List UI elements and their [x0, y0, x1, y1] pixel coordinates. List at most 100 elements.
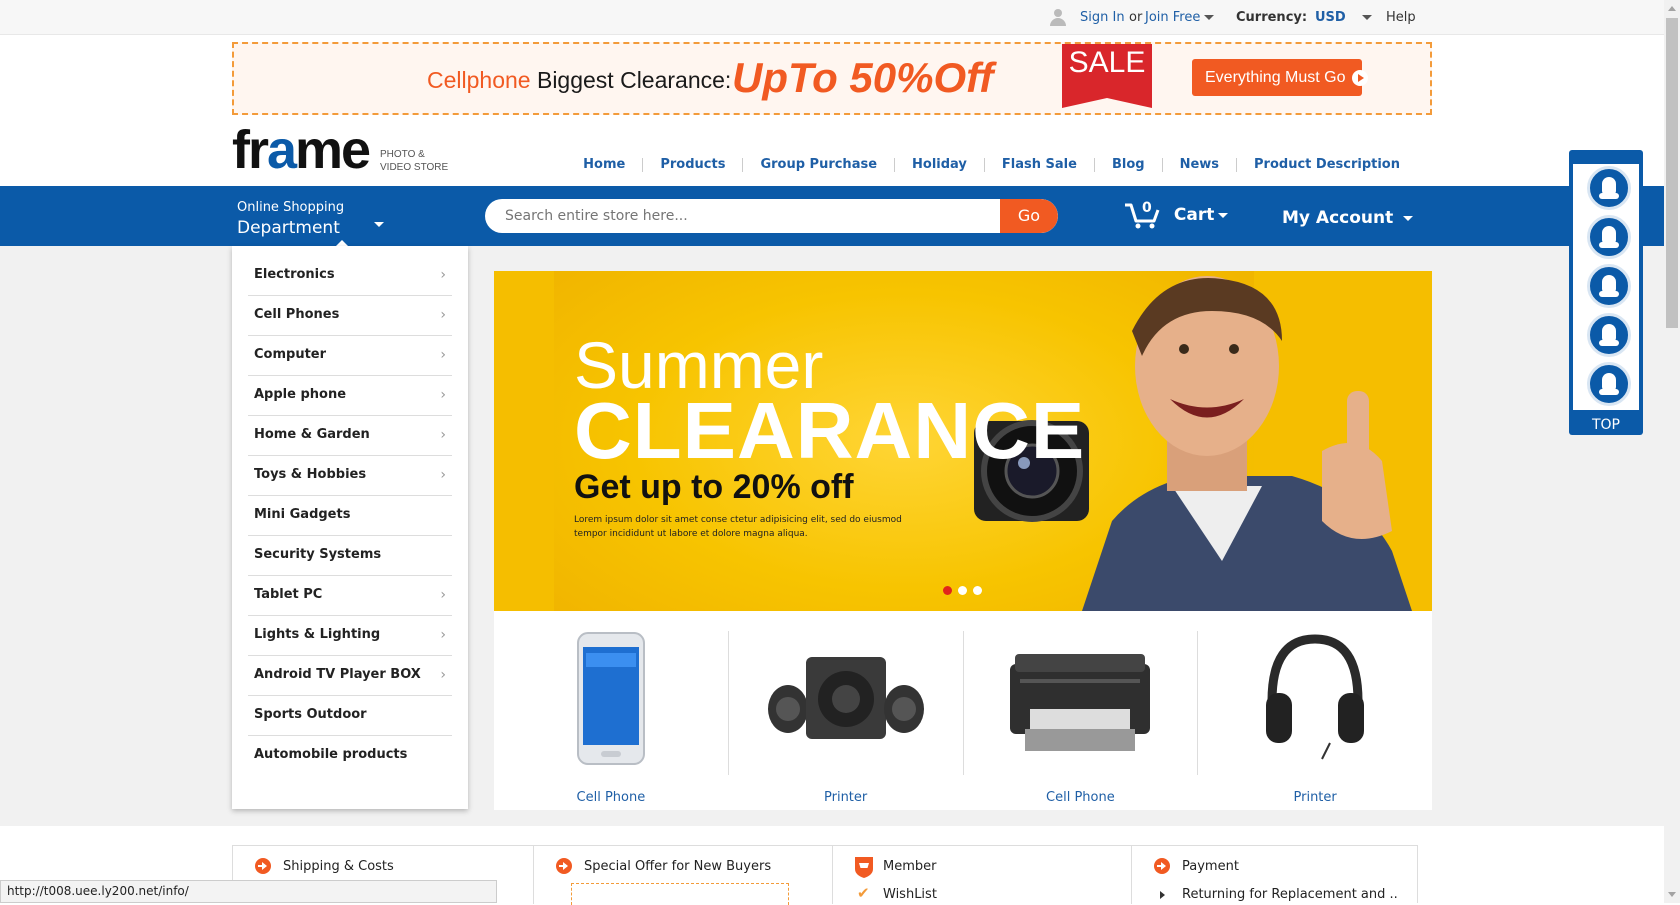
- logo-tagline-2: VIDEO STORE: [380, 162, 449, 173]
- category-item[interactable]: Android TV Player BOX ›: [248, 656, 452, 696]
- scrollbar-thumb[interactable]: [1666, 18, 1678, 328]
- nav-products[interactable]: Products: [642, 158, 742, 172]
- banner-cellphone: Cellphone: [427, 67, 531, 93]
- product-caption[interactable]: Printer: [1198, 790, 1432, 805]
- product-caption[interactable]: Printer: [729, 790, 963, 805]
- currency-select[interactable]: USD: [1315, 10, 1372, 25]
- chat-qq-icon[interactable]: [1587, 264, 1631, 308]
- cart-button[interactable]: 0 Cart: [1124, 200, 1229, 230]
- product-card[interactable]: Printer: [727, 631, 963, 805]
- nav-product-description[interactable]: Product Description: [1236, 158, 1417, 172]
- product-card[interactable]: Printer: [1197, 631, 1432, 805]
- category-item[interactable]: Toys & Hobbies ›: [248, 456, 452, 496]
- category-item[interactable]: Electronics ›: [248, 256, 452, 296]
- product-caption[interactable]: Cell Phone: [494, 790, 728, 805]
- search-box: Go: [485, 199, 1058, 233]
- returning-link[interactable]: Returning for Replacement and ..: [1182, 887, 1398, 902]
- chevron-right-icon: ›: [440, 307, 446, 323]
- checkmark-icon: ✔: [857, 884, 870, 902]
- cta-label: Everything Must Go: [1205, 69, 1346, 86]
- chat-qq-icon[interactable]: [1587, 215, 1631, 259]
- scroll-up-icon[interactable]: [1668, 6, 1676, 11]
- special-offer-link[interactable]: Special Offer for New Buyers: [584, 859, 771, 874]
- offer-coupon-box[interactable]: [571, 883, 789, 905]
- site-logo[interactable]: frame: [232, 123, 371, 177]
- chevron-right-icon: ›: [440, 427, 446, 443]
- category-item[interactable]: Mini Gadgets: [248, 496, 452, 536]
- product-caption[interactable]: Cell Phone: [964, 790, 1198, 805]
- category-item[interactable]: Home & Garden ›: [248, 416, 452, 456]
- logo-tagline: PHOTO & VIDEO STORE: [380, 148, 448, 174]
- category-item[interactable]: Computer ›: [248, 336, 452, 376]
- nav-blog[interactable]: Blog: [1093, 158, 1162, 172]
- join-free-link[interactable]: Join Free: [1145, 10, 1215, 25]
- slider-dot[interactable]: [958, 586, 967, 595]
- payment-column: Payment Returning for Replacement and ..: [1131, 846, 1419, 904]
- category-item[interactable]: Tablet PC ›: [248, 576, 452, 616]
- nav-group-purchase[interactable]: Group Purchase: [742, 158, 894, 172]
- category-item[interactable]: Automobile products: [248, 736, 452, 776]
- main-nav: Home Products Group Purchase Holiday Fla…: [566, 158, 1417, 172]
- top-utility-bar: Sign In or Join Free Currency: USD Help: [0, 0, 1664, 35]
- shipping-costs-link[interactable]: Shipping & Costs: [283, 859, 394, 874]
- everything-must-go-button[interactable]: Everything Must Go: [1192, 59, 1368, 96]
- smartphone-icon: [576, 632, 645, 765]
- nav-home[interactable]: Home: [566, 158, 642, 172]
- category-label: Sports Outdoor: [254, 707, 367, 722]
- triangle-right-icon: [1160, 891, 1165, 899]
- product-card[interactable]: Cell Phone: [494, 631, 728, 805]
- browser-status-url: http://t008.uee.ly200.net/info/: [0, 880, 497, 903]
- nav-flash-sale[interactable]: Flash Sale: [983, 158, 1094, 172]
- category-label: Automobile products: [254, 747, 408, 762]
- category-item[interactable]: Sports Outdoor: [248, 696, 452, 736]
- arrow-circle-icon: [1154, 858, 1170, 874]
- sign-in-link[interactable]: Sign In: [1080, 10, 1125, 25]
- shield-cart-icon: [855, 857, 873, 878]
- back-to-top-button[interactable]: TOP: [1569, 417, 1643, 433]
- hero-slider[interactable]: Summer CLEARANCE Get up to 20% off Lorem…: [494, 271, 1432, 611]
- hero-subtitle: Get up to 20% off: [574, 468, 854, 506]
- currency-label: Currency:: [1236, 10, 1308, 25]
- category-item[interactable]: Lights & Lighting ›: [248, 616, 452, 656]
- logo-part-2: a: [267, 120, 297, 180]
- scroll-down-icon[interactable]: [1668, 892, 1676, 897]
- or-text: or: [1129, 10, 1143, 25]
- chevron-right-icon: ›: [440, 467, 446, 483]
- category-label: Tablet PC: [254, 587, 323, 602]
- chevron-right-icon: ›: [440, 267, 446, 283]
- category-label: Lights & Lighting: [254, 627, 381, 642]
- special-offer-column: Special Offer for New Buyers: [533, 846, 832, 905]
- vertical-scrollbar[interactable]: [1664, 0, 1680, 903]
- product-card[interactable]: Cell Phone: [962, 631, 1198, 805]
- my-account-menu[interactable]: My Account: [1282, 208, 1414, 228]
- department-menu-toggle[interactable]: Online Shopping Department: [237, 200, 384, 247]
- chevron-right-icon: ›: [440, 667, 446, 683]
- slider-dot[interactable]: [973, 586, 982, 595]
- my-account-label: My Account: [1282, 208, 1394, 228]
- payment-link[interactable]: Payment: [1182, 859, 1239, 874]
- category-label: Computer: [254, 347, 327, 362]
- nav-holiday[interactable]: Holiday: [894, 158, 984, 172]
- wishlist-link[interactable]: WishList: [883, 887, 937, 902]
- speakers-icon: [767, 657, 924, 739]
- category-item[interactable]: Cell Phones ›: [248, 296, 452, 336]
- logo-part-3: me: [295, 120, 371, 180]
- category-label: Cell Phones: [254, 307, 340, 322]
- chevron-down-icon: [374, 222, 384, 227]
- nav-news[interactable]: News: [1161, 158, 1236, 172]
- member-link[interactable]: Member: [883, 859, 936, 874]
- search-go-button[interactable]: Go: [1000, 199, 1058, 233]
- help-link[interactable]: Help: [1386, 10, 1416, 25]
- promo-banner[interactable]: Cellphone Biggest Clearance: UpTo 50%Off…: [232, 42, 1432, 115]
- chat-qq-icon[interactable]: [1587, 166, 1631, 210]
- slider-dot[interactable]: [943, 586, 952, 595]
- category-item[interactable]: Security Systems: [248, 536, 452, 576]
- chat-qq-icon[interactable]: [1587, 362, 1631, 406]
- search-input[interactable]: [485, 199, 1000, 233]
- category-label: Android TV Player BOX: [254, 667, 421, 682]
- category-label: Security Systems: [254, 547, 382, 562]
- banner-discount: UpTo 50%Off: [732, 54, 994, 101]
- chat-qq-icon[interactable]: [1587, 313, 1631, 357]
- category-item[interactable]: Apple phone ›: [248, 376, 452, 416]
- category-sidebar: Electronics › Cell Phones › Computer › Apple p…: [232, 246, 468, 809]
